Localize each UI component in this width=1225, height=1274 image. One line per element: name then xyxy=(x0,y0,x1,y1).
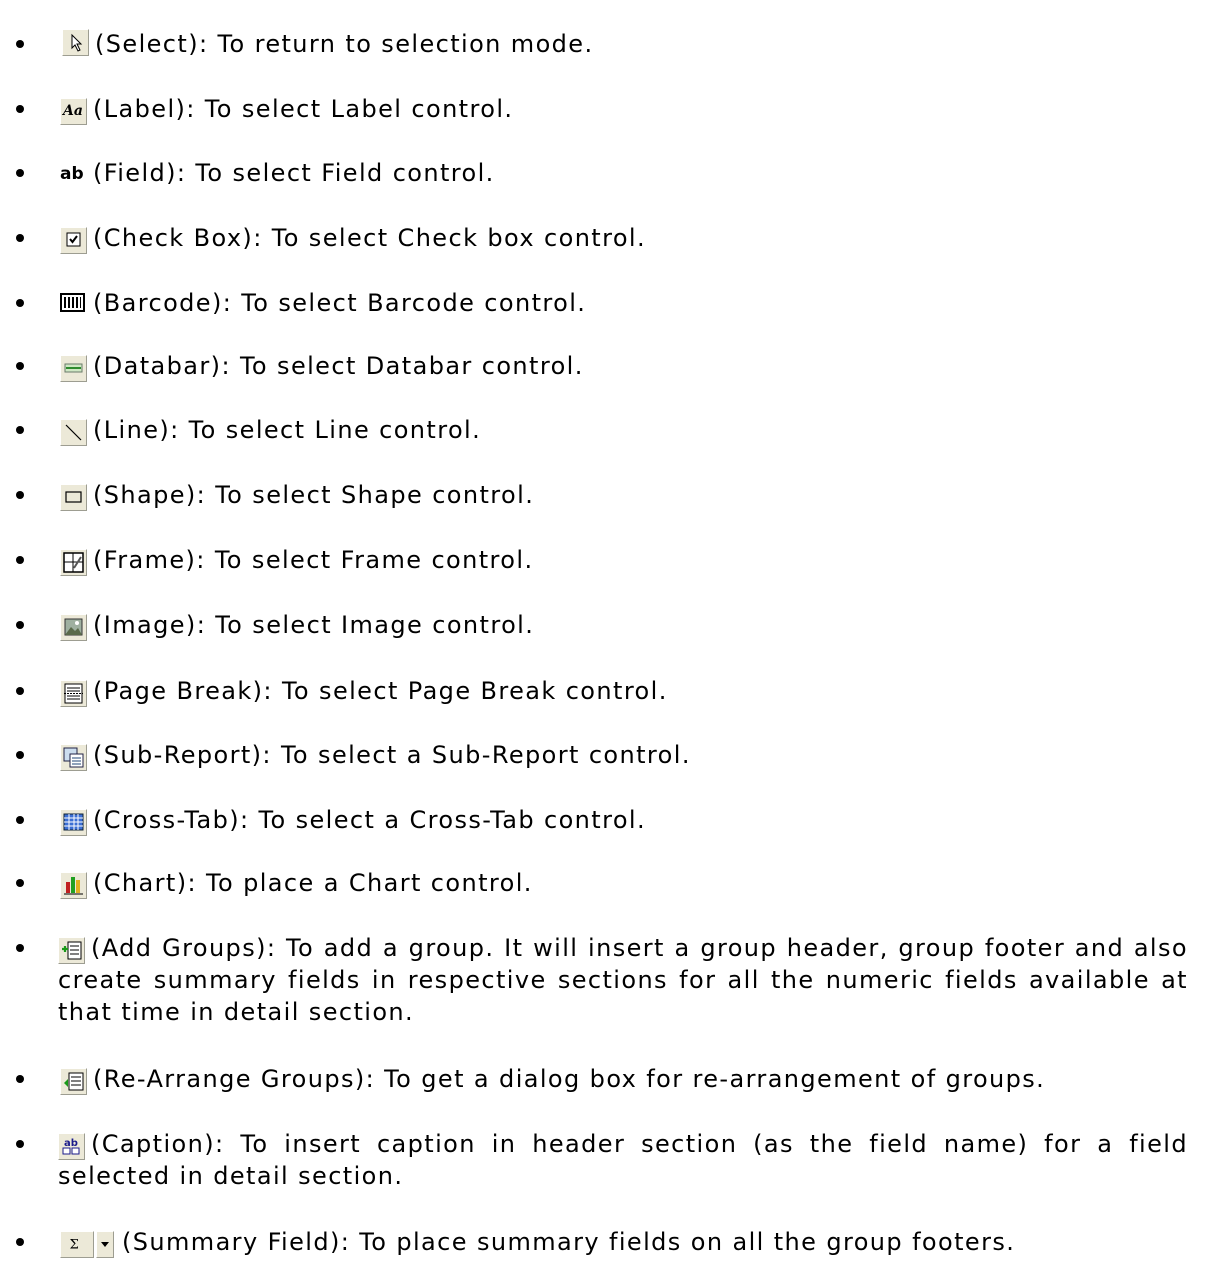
chevron-down-icon xyxy=(96,1231,114,1258)
item-text: (Check Box): To select Check box control… xyxy=(93,224,647,252)
list-item-text: (Databar): To select Databar control. xyxy=(60,350,584,382)
item-text: (Databar): To select Databar control. xyxy=(93,352,584,380)
svg-text:Σ: Σ xyxy=(69,1238,78,1253)
item-text: (Image): To select Image control. xyxy=(93,611,535,639)
caption-icon: ab xyxy=(58,1133,85,1160)
page-break-icon xyxy=(60,680,87,707)
image-icon xyxy=(60,614,87,641)
list-item-text: (Sub-Report): To select a Sub-Report con… xyxy=(60,739,691,771)
bullet xyxy=(16,362,24,370)
bullet xyxy=(16,426,24,434)
sub-report-icon xyxy=(60,744,87,771)
bullet xyxy=(16,687,24,695)
bullet xyxy=(16,491,24,499)
list-item-text: (Frame): To select Frame control. xyxy=(60,544,533,576)
list-item-text: Σ (Summary Field): To place summary fiel… xyxy=(60,1226,1015,1258)
label-aa-icon: Aa xyxy=(60,98,87,125)
bullet xyxy=(16,234,24,242)
svg-text:abl: abl xyxy=(60,164,85,184)
list-item-text: (Shape): To select Shape control. xyxy=(60,479,534,511)
bullet xyxy=(16,556,24,564)
list-item-text: (Re-Arrange Groups): To get a dialog box… xyxy=(60,1063,1045,1095)
item-text: (Caption): To insert caption in header s… xyxy=(58,1130,1188,1190)
bullet xyxy=(16,1140,24,1148)
bullet xyxy=(16,944,24,952)
bullet xyxy=(16,299,24,307)
item-text: (Cross-Tab): To select a Cross-Tab contr… xyxy=(93,806,647,834)
bullet xyxy=(16,1075,24,1083)
item-text: (Add Groups): To add a group. It will in… xyxy=(58,934,1188,1026)
list-item-text: (Chart): To place a Chart control. xyxy=(60,867,533,899)
toolbar-controls-list: (Select): To return to selection mode. A… xyxy=(0,0,1225,1274)
barcode-icon xyxy=(60,292,87,319)
list-item-text: (Page Break): To select Page Break contr… xyxy=(60,675,668,707)
add-groups-icon xyxy=(58,937,85,964)
list-item-text: ab (Caption): To insert caption in heade… xyxy=(58,1128,1188,1192)
item-text: (Frame): To select Frame control. xyxy=(93,546,534,574)
item-text: (Chart): To place a Chart control. xyxy=(93,869,533,897)
item-text: (Summary Field): To place summary fields… xyxy=(122,1228,1016,1256)
bullet xyxy=(16,879,24,887)
list-item-text: Aa (Label): To select Label control. xyxy=(60,93,513,125)
svg-text:Aa: Aa xyxy=(61,103,83,119)
list-item-text: (Cross-Tab): To select a Cross-Tab contr… xyxy=(60,804,646,836)
item-text: (Barcode): To select Barcode control. xyxy=(93,289,587,317)
item-text: (Select): To return to selection mode. xyxy=(95,30,594,58)
shape-icon xyxy=(60,484,87,511)
item-text: (Page Break): To select Page Break contr… xyxy=(93,677,668,705)
summary-sigma-icon: Σ xyxy=(60,1231,94,1258)
list-item-text: (Select): To return to selection mode. xyxy=(62,28,594,60)
list-item-text: (Barcode): To select Barcode control. xyxy=(60,287,586,319)
bullet xyxy=(16,169,24,177)
item-text: (Line): To select Line control. xyxy=(93,416,482,444)
item-text: (Sub-Report): To select a Sub-Report con… xyxy=(93,741,691,769)
frame-icon xyxy=(60,549,87,576)
item-text: (Re-Arrange Groups): To get a dialog box… xyxy=(93,1065,1046,1093)
select-arrow-icon xyxy=(62,29,89,56)
rearrange-groups-icon xyxy=(60,1068,87,1095)
field-abl-icon: abl xyxy=(60,162,87,189)
line-icon xyxy=(60,419,87,446)
databar-icon xyxy=(60,355,87,382)
bullet xyxy=(16,751,24,759)
bullet xyxy=(16,105,24,113)
cross-tab-icon xyxy=(60,809,87,836)
svg-text:ab: ab xyxy=(64,1138,78,1149)
checkbox-icon xyxy=(60,227,87,254)
bullet xyxy=(16,621,24,629)
list-item-text: (Image): To select Image control. xyxy=(60,609,534,641)
item-text: (Label): To select Label control. xyxy=(93,95,514,123)
item-text: (Field): To select Field control. xyxy=(93,159,495,187)
item-text: (Shape): To select Shape control. xyxy=(93,481,535,509)
list-item-text: (Check Box): To select Check box control… xyxy=(60,222,646,254)
list-item-text: (Add Groups): To add a group. It will in… xyxy=(58,932,1188,1028)
bullet xyxy=(16,1238,24,1246)
chart-icon xyxy=(60,872,87,899)
list-item-text: abl (Field): To select Field control. xyxy=(60,157,495,189)
bullet xyxy=(16,816,24,824)
list-item-text: (Line): To select Line control. xyxy=(60,414,481,446)
bullet xyxy=(16,40,24,48)
